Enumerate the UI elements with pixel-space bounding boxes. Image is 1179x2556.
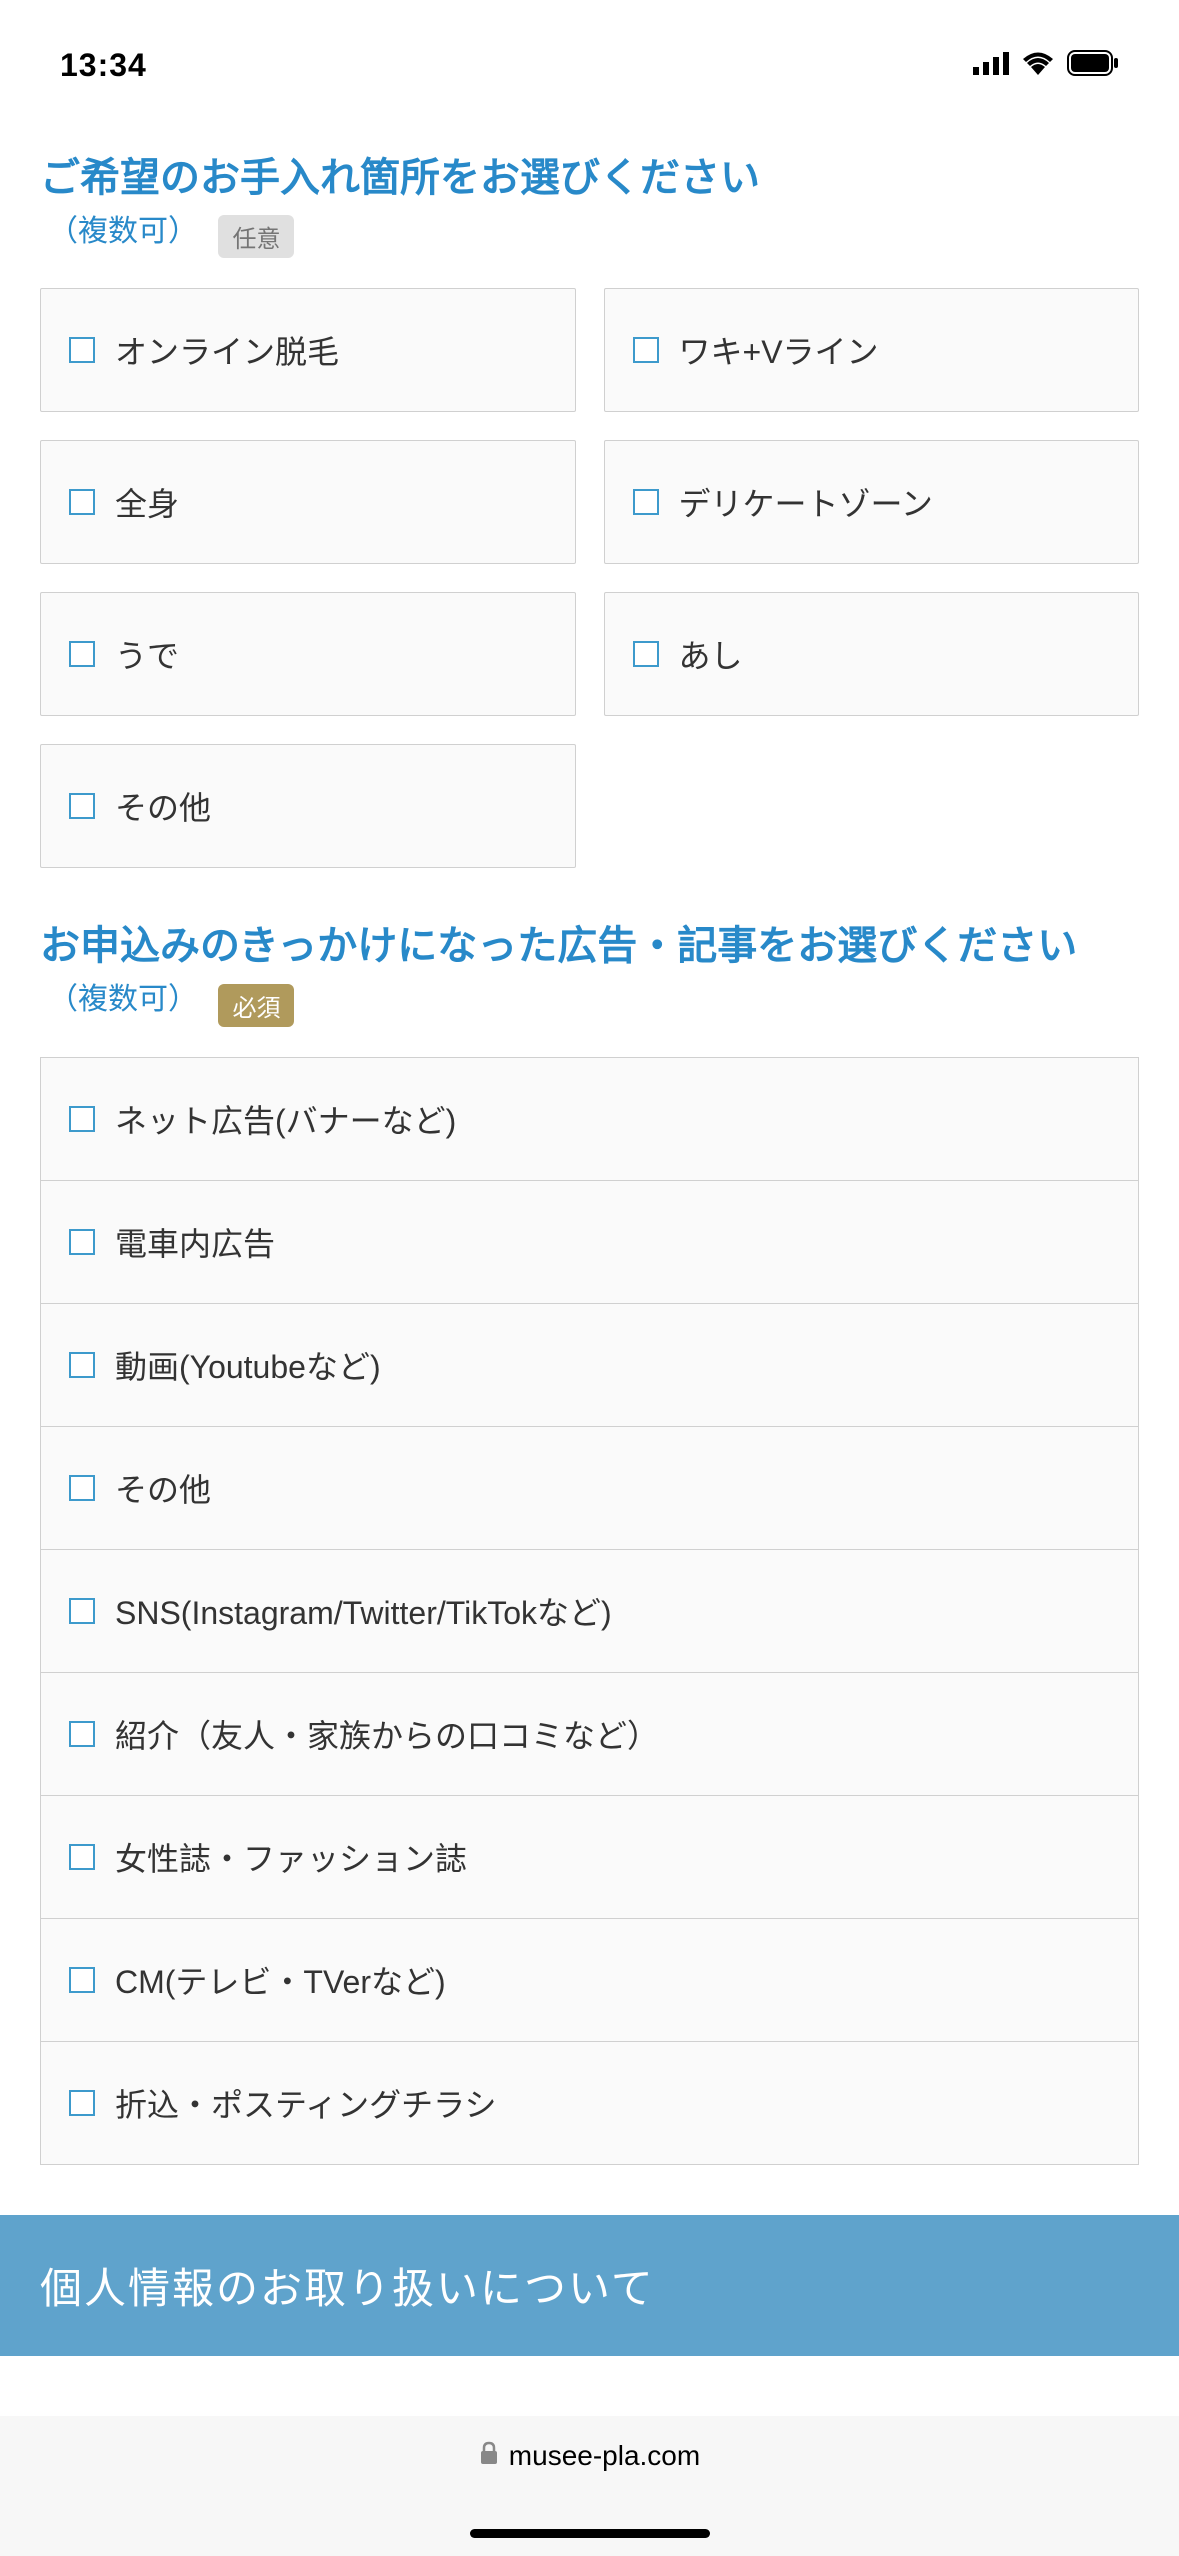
- checkbox-label: その他: [115, 1465, 211, 1511]
- optional-badge: 任意: [218, 215, 294, 258]
- url-display[interactable]: musee-pla.com: [479, 2440, 700, 2472]
- checkbox-icon: [69, 1229, 95, 1255]
- checkbox-item-other[interactable]: その他: [40, 744, 576, 868]
- section-title: お申込みのきっかけになった広告・記事をお選びください: [40, 924, 1077, 968]
- checkbox-icon: [69, 1475, 95, 1501]
- lock-icon: [479, 2440, 499, 2472]
- ad-source-checkbox-list: ネット広告(バナーなど) 電車内広告 動画(Youtubeなど) その他 SNS…: [40, 1057, 1139, 2165]
- checkbox-label: 折込・ポスティングチラシ: [115, 2080, 496, 2126]
- checkbox-icon: [633, 337, 659, 363]
- checkbox-icon: [69, 2090, 95, 2116]
- checkbox-item-magazine[interactable]: 女性誌・ファッション誌: [40, 1795, 1139, 1918]
- checkbox-icon: [633, 641, 659, 667]
- privacy-section: 個人情報のお取り扱いについて: [0, 2215, 1179, 2356]
- checkbox-label: 動画(Youtubeなど): [115, 1342, 381, 1388]
- status-bar: 13:34: [0, 0, 1179, 120]
- section-subtitle: （複数可）: [48, 215, 198, 248]
- url-text: musee-pla.com: [509, 2440, 700, 2472]
- home-indicator[interactable]: [470, 2529, 710, 2538]
- checkbox-item-zenshin[interactable]: 全身: [40, 440, 576, 564]
- checkbox-icon: [69, 793, 95, 819]
- checkbox-label: 全身: [115, 479, 179, 525]
- checkbox-icon: [69, 1967, 95, 1993]
- checkbox-icon: [69, 641, 95, 667]
- checkbox-label: ネット広告(バナーなど): [115, 1096, 456, 1142]
- status-time: 13:34: [60, 47, 147, 84]
- checkbox-icon: [69, 489, 95, 515]
- checkbox-label: オンライン脱毛: [115, 327, 339, 373]
- checkbox-item-waki-vline[interactable]: ワキ+Vライン: [604, 288, 1140, 412]
- checkbox-label: うで: [115, 631, 179, 677]
- section-header: ご希望のお手入れ箇所をお選びください （複数可） 任意: [40, 150, 1139, 258]
- checkbox-icon: [69, 1721, 95, 1747]
- checkbox-label: デリケートゾーン: [679, 479, 933, 525]
- checkbox-label: SNS(Instagram/Twitter/TikTokなど): [115, 1588, 612, 1634]
- checkbox-label: あし: [679, 631, 743, 677]
- checkbox-item-flyer[interactable]: 折込・ポスティングチラシ: [40, 2041, 1139, 2165]
- status-icons: [973, 50, 1119, 81]
- battery-icon: [1067, 50, 1119, 81]
- checkbox-label: ワキ+Vライン: [679, 327, 879, 373]
- checkbox-item-delicate[interactable]: デリケートゾーン: [604, 440, 1140, 564]
- checkbox-icon: [69, 1106, 95, 1132]
- required-badge: 必須: [218, 984, 294, 1027]
- checkbox-icon: [69, 1352, 95, 1378]
- checkbox-item-other-ad[interactable]: その他: [40, 1426, 1139, 1549]
- checkbox-icon: [69, 1598, 95, 1624]
- checkbox-item-cm[interactable]: CM(テレビ・TVerなど): [40, 1918, 1139, 2041]
- privacy-title: 個人情報のお取り扱いについて: [40, 2255, 1139, 2316]
- wifi-icon: [1021, 51, 1055, 80]
- section-header: お申込みのきっかけになった広告・記事をお選びください （複数可） 必須: [40, 918, 1139, 1026]
- checkbox-item-ashi[interactable]: あし: [604, 592, 1140, 716]
- checkbox-icon: [69, 337, 95, 363]
- checkbox-item-ude[interactable]: うで: [40, 592, 576, 716]
- checkbox-item-online[interactable]: オンライン脱毛: [40, 288, 576, 412]
- checkbox-label: その他: [115, 783, 211, 829]
- checkbox-label: 電車内広告: [115, 1219, 275, 1265]
- checkbox-label: 紹介（友人・家族からの口コミなど）: [115, 1711, 659, 1757]
- checkbox-label: CM(テレビ・TVerなど): [115, 1957, 446, 2003]
- treatment-area-section: ご希望のお手入れ箇所をお選びください （複数可） 任意 オンライン脱毛 ワキ+V…: [40, 150, 1139, 868]
- checkbox-label: 女性誌・ファッション誌: [115, 1834, 467, 1880]
- ad-source-section: お申込みのきっかけになった広告・記事をお選びください （複数可） 必須 ネット広…: [40, 918, 1139, 2164]
- form-content: ご希望のお手入れ箇所をお選びください （複数可） 任意 オンライン脱毛 ワキ+V…: [0, 120, 1179, 2165]
- checkbox-item-train-ad[interactable]: 電車内広告: [40, 1180, 1139, 1303]
- cellular-signal-icon: [973, 51, 1009, 80]
- browser-bottom-bar: musee-pla.com: [0, 2416, 1179, 2556]
- section-title: ご希望のお手入れ箇所をお選びください: [40, 156, 760, 200]
- checkbox-icon: [69, 1844, 95, 1870]
- checkbox-item-video[interactable]: 動画(Youtubeなど): [40, 1303, 1139, 1426]
- checkbox-icon: [633, 489, 659, 515]
- checkbox-item-referral[interactable]: 紹介（友人・家族からの口コミなど）: [40, 1672, 1139, 1795]
- checkbox-item-net-ad[interactable]: ネット広告(バナーなど): [40, 1057, 1139, 1180]
- checkbox-item-sns[interactable]: SNS(Instagram/Twitter/TikTokなど): [40, 1549, 1139, 1672]
- treatment-checkbox-grid: オンライン脱毛 ワキ+Vライン 全身 デリケートゾーン うで: [40, 288, 1139, 868]
- section-subtitle: （複数可）: [48, 983, 198, 1016]
